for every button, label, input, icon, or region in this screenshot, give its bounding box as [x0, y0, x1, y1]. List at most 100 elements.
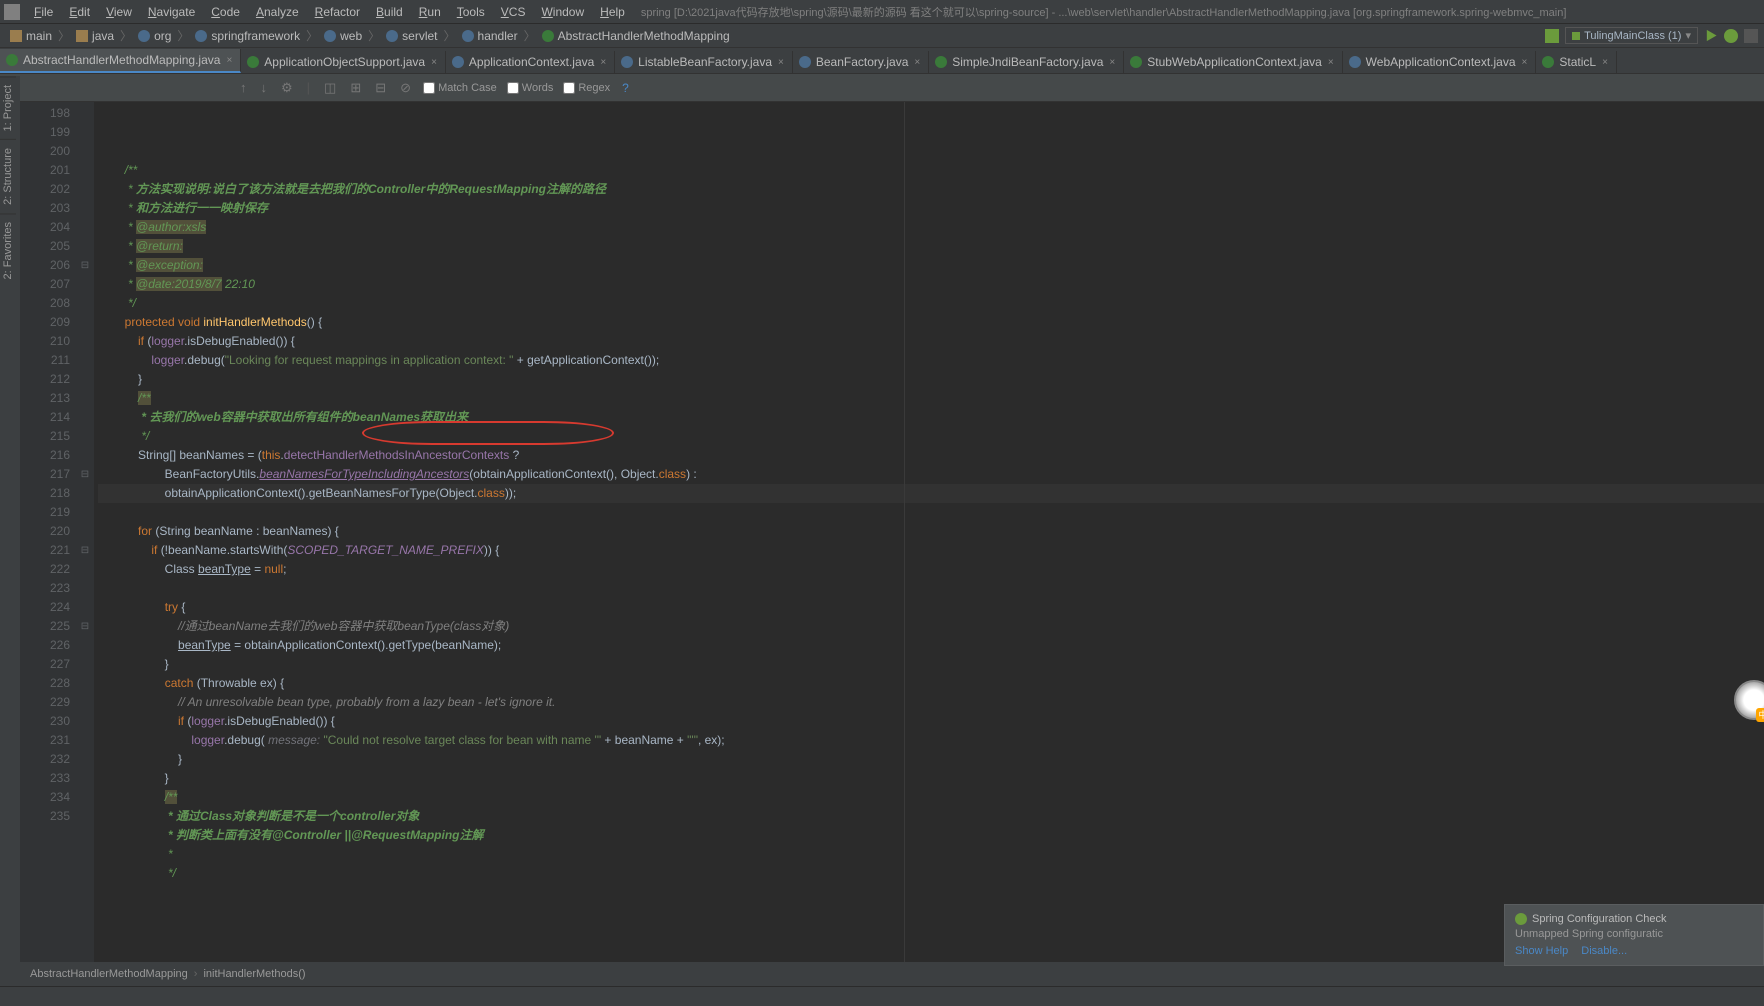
- window-title-path: spring [D:\2021java代码存放地\spring\源码\最新的源码…: [633, 4, 1760, 20]
- interface-icon: [1349, 56, 1361, 68]
- close-icon[interactable]: ×: [431, 57, 437, 68]
- close-icon[interactable]: ×: [778, 57, 784, 68]
- menu-code[interactable]: Code: [203, 5, 248, 19]
- search-input[interactable]: [28, 81, 228, 95]
- words-checkbox[interactable]: Words: [507, 82, 554, 94]
- editor-tabs: AbstractHandlerMethodMapping.java×Applic…: [0, 48, 1764, 74]
- interface-icon: [452, 56, 464, 68]
- class-icon: [247, 56, 259, 68]
- tab-SimpleJndiBeanFactory-java[interactable]: SimpleJndiBeanFactory.java×: [929, 51, 1124, 73]
- regex-help-icon[interactable]: ?: [622, 81, 629, 95]
- menu-edit[interactable]: Edit: [61, 5, 98, 19]
- menu-navigate[interactable]: Navigate: [140, 5, 203, 19]
- close-icon[interactable]: ×: [1522, 57, 1528, 68]
- menu-refactor[interactable]: Refactor: [307, 5, 368, 19]
- exclude-icon[interactable]: ⊘: [398, 80, 413, 96]
- add-selection-icon[interactable]: ⊞: [348, 80, 363, 96]
- regex-checkbox[interactable]: Regex: [563, 82, 610, 94]
- run-icon[interactable]: [1704, 29, 1718, 43]
- filter-icon[interactable]: ⚙: [279, 80, 295, 96]
- tool-tab-1--Project[interactable]: 1: Project: [0, 76, 16, 139]
- package-icon: [138, 30, 150, 42]
- breadcrumb-web[interactable]: web: [320, 29, 366, 43]
- remove-selection-icon[interactable]: ⊟: [373, 80, 388, 96]
- status-bar: [0, 986, 1764, 1006]
- tab-AbstractHandlerMethodMapping-java[interactable]: AbstractHandlerMethodMapping.java×: [0, 49, 241, 73]
- menu-build[interactable]: Build: [368, 5, 411, 19]
- menu-file[interactable]: File: [26, 5, 61, 19]
- class-icon: [542, 30, 554, 42]
- structure-breadcrumb: AbstractHandlerMethodMapping › initHandl…: [20, 962, 1764, 986]
- tab-BeanFactory-java[interactable]: BeanFactory.java×: [793, 51, 929, 73]
- separator: |: [305, 80, 312, 95]
- line-number-gutter: 1981992002012022032042052062072082092102…: [20, 102, 76, 962]
- close-icon[interactable]: ×: [1328, 57, 1334, 68]
- menu-run[interactable]: Run: [411, 5, 449, 19]
- menu-help[interactable]: Help: [592, 5, 633, 19]
- folder-icon: [76, 30, 88, 42]
- package-icon: [324, 30, 336, 42]
- menu-analyze[interactable]: Analyze: [248, 5, 307, 19]
- tab-StubWebApplicationContext-java[interactable]: StubWebApplicationContext.java×: [1124, 51, 1342, 73]
- class-icon: [935, 56, 947, 68]
- debug-icon[interactable]: [1724, 29, 1738, 43]
- close-icon[interactable]: ×: [226, 55, 232, 66]
- chevron-right-icon: 〉: [444, 27, 456, 44]
- find-toolbar: ↑ ↓ ⚙ | ◫ ⊞ ⊟ ⊘ Match Case Words Regex ?: [0, 74, 1764, 102]
- package-icon: [462, 30, 474, 42]
- tab-ListableBeanFactory-java[interactable]: ListableBeanFactory.java×: [615, 51, 793, 73]
- menu-tools[interactable]: Tools: [449, 5, 493, 19]
- match-case-checkbox[interactable]: Match Case: [423, 82, 497, 94]
- fold-gutter: ⊟⊟⊟⊟: [76, 102, 94, 962]
- select-all-icon[interactable]: ◫: [322, 80, 338, 96]
- stop-icon[interactable]: [1744, 29, 1758, 43]
- run-configuration-selector[interactable]: TulingMainClass (1) ▾: [1565, 27, 1698, 44]
- show-help-link[interactable]: Show Help: [1515, 945, 1568, 957]
- menubar: FileEditViewNavigateCodeAnalyzeRefactorB…: [0, 0, 1764, 24]
- chevron-right-icon: 〉: [120, 27, 132, 44]
- ide-logo-icon: [4, 4, 20, 20]
- close-icon[interactable]: ×: [600, 57, 606, 68]
- prev-match-icon[interactable]: ↑: [238, 80, 249, 95]
- menu-vcs[interactable]: VCS: [493, 5, 534, 19]
- close-icon[interactable]: ×: [1602, 57, 1608, 68]
- tab-ApplicationObjectSupport-java[interactable]: ApplicationObjectSupport.java×: [241, 51, 446, 73]
- chevron-right-icon: 〉: [177, 27, 189, 44]
- build-icon[interactable]: [1545, 29, 1559, 43]
- folder-icon: [10, 30, 22, 42]
- menu-view[interactable]: View: [98, 5, 140, 19]
- editor: 1981992002012022032042052062072082092102…: [20, 102, 1764, 962]
- close-icon[interactable]: ×: [914, 57, 920, 68]
- menu-window[interactable]: Window: [533, 5, 592, 19]
- package-icon: [195, 30, 207, 42]
- breadcrumb-method[interactable]: initHandlerMethods(): [203, 968, 305, 980]
- close-icon[interactable]: ×: [1109, 57, 1115, 68]
- tab-WebApplicationContext-java[interactable]: WebApplicationContext.java×: [1343, 51, 1537, 73]
- tab-StaticL[interactable]: StaticL×: [1536, 51, 1617, 73]
- chevron-right-icon: 〉: [524, 27, 536, 44]
- notification-title: Spring Configuration Check: [1515, 913, 1753, 925]
- breadcrumb-springframework[interactable]: springframework: [191, 29, 304, 43]
- tab-ApplicationContext-java[interactable]: ApplicationContext.java×: [446, 51, 615, 73]
- next-match-icon[interactable]: ↓: [259, 80, 270, 95]
- breadcrumb-handler[interactable]: handler: [458, 29, 522, 43]
- chevron-right-icon: ›: [194, 968, 198, 980]
- chevron-right-icon: 〉: [306, 27, 318, 44]
- tool-tab-2--Structure[interactable]: 2: Structure: [0, 139, 16, 213]
- disable-link[interactable]: Disable...: [1581, 945, 1627, 957]
- left-tool-stripe: 1: Project2: Structure2: Favorites: [0, 76, 20, 986]
- package-icon: [386, 30, 398, 42]
- breadcrumb-class[interactable]: AbstractHandlerMethodMapping: [30, 968, 188, 980]
- breadcrumb-AbstractHandlerMethodMapping[interactable]: AbstractHandlerMethodMapping: [538, 29, 734, 43]
- notification-balloon: Spring Configuration Check Unmapped Spri…: [1504, 904, 1764, 966]
- tool-tab-2--Favorites[interactable]: 2: Favorites: [0, 213, 16, 287]
- class-icon: [6, 54, 18, 66]
- breadcrumb-main[interactable]: main: [6, 29, 56, 43]
- breadcrumb-servlet[interactable]: servlet: [382, 29, 441, 43]
- breadcrumb-java[interactable]: java: [72, 29, 118, 43]
- chevron-right-icon: 〉: [368, 27, 380, 44]
- class-icon: [1130, 56, 1142, 68]
- code-area[interactable]: /** * 方法实现说明:说白了该方法就是去把我们的Controller中的Re…: [94, 102, 1764, 962]
- breadcrumb-org[interactable]: org: [134, 29, 175, 43]
- notification-body: Unmapped Spring configuratic: [1515, 928, 1753, 940]
